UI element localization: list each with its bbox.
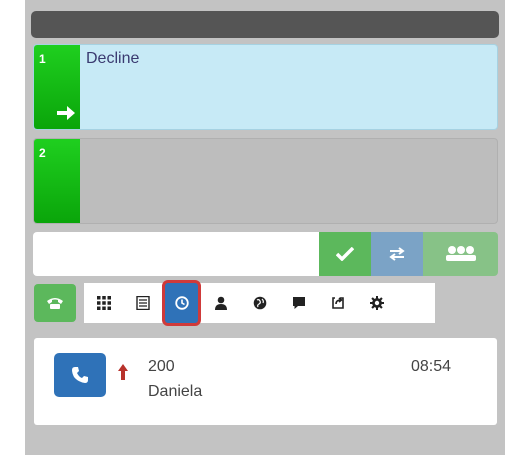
call-history-item[interactable]: 200 Daniela 08:54 <box>34 338 497 425</box>
line-2[interactable]: 2 <box>33 138 498 224</box>
phone-icon <box>47 298 63 309</box>
conference-button[interactable] <box>423 232 498 276</box>
line-1-tab[interactable]: 1 <box>34 45 80 129</box>
tab-chat[interactable] <box>279 283 318 323</box>
phone-mode-button[interactable] <box>34 284 76 322</box>
globe-icon <box>253 296 266 310</box>
gear-icon <box>369 296 384 310</box>
tab-web[interactable] <box>240 283 279 323</box>
dialer-row <box>33 232 498 276</box>
accept-button[interactable] <box>319 232 371 276</box>
tab-contacts[interactable] <box>201 283 240 323</box>
call-back-button[interactable] <box>54 353 106 397</box>
list-icon <box>135 296 150 310</box>
line-2-tab[interactable]: 2 <box>34 139 80 223</box>
tab-forward[interactable] <box>318 283 357 323</box>
history-clock-icon <box>174 296 189 310</box>
contact-icon <box>214 296 227 310</box>
tab-list[interactable] <box>123 283 162 323</box>
conference-icon <box>445 246 476 261</box>
line-1[interactable]: 1 Decline <box>33 44 498 130</box>
outgoing-arrow-icon <box>118 364 128 380</box>
line-1-number: 1 <box>39 52 46 66</box>
line-2-number: 2 <box>39 146 46 160</box>
line-1-status: Decline <box>86 50 140 67</box>
call-number: 200 <box>148 358 175 375</box>
arrow-right-icon <box>57 106 75 120</box>
transfer-icon <box>389 247 405 261</box>
dial-input[interactable] <box>33 232 319 276</box>
tab-dialpad[interactable] <box>84 283 123 323</box>
call-time: 08:54 <box>411 358 452 375</box>
check-icon <box>336 247 354 261</box>
tab-toolbar <box>84 280 435 326</box>
transfer-button[interactable] <box>371 232 423 276</box>
dialpad-icon <box>96 296 111 310</box>
tab-settings[interactable] <box>357 283 396 323</box>
forward-icon <box>331 297 344 309</box>
tab-history[interactable] <box>162 280 201 326</box>
chat-icon <box>292 297 305 309</box>
phone-icon <box>72 367 88 383</box>
title-bar <box>31 11 499 38</box>
call-name: Daniela <box>148 383 203 400</box>
